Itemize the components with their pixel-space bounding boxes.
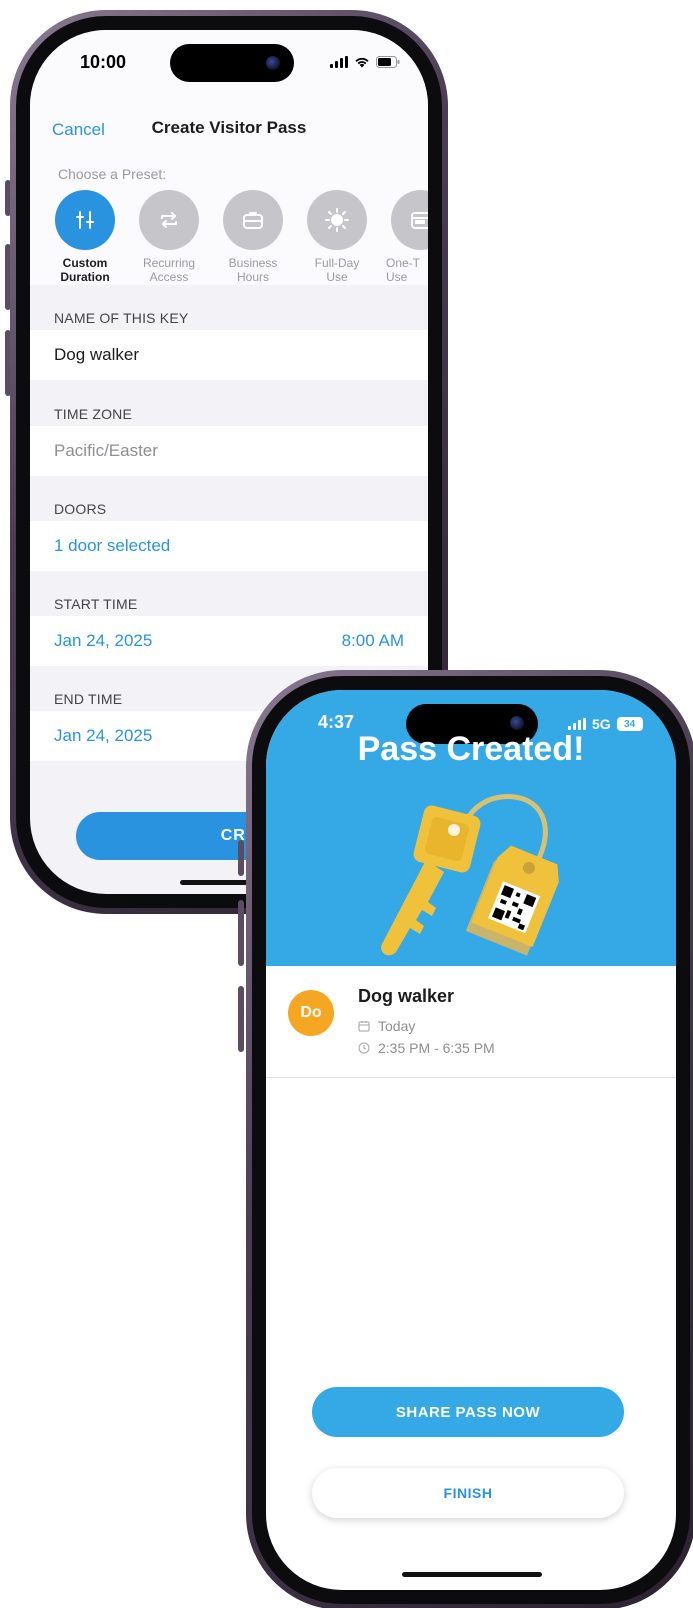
volume-down-button xyxy=(238,986,244,1052)
success-title: Pass Created! xyxy=(357,730,585,768)
volume-up-button xyxy=(238,900,244,966)
pass-summary[interactable]: Do Dog walker Today 2:35 PM - 6:35 PM xyxy=(266,966,676,1078)
start-date[interactable]: Jan 24, 2025 xyxy=(54,631,152,651)
avatar: Do xyxy=(288,990,334,1036)
start-time-field[interactable]: Jan 24, 2025 8:00 AM xyxy=(30,616,428,666)
battery-icon: 34 xyxy=(616,717,643,731)
doors-field[interactable]: 1 door selected xyxy=(30,521,428,571)
status-time: 10:00 xyxy=(80,52,127,72)
home-indicator xyxy=(402,1572,542,1577)
timezone-section-header: TIME ZONE xyxy=(54,406,133,422)
doors-value: 1 door selected xyxy=(54,536,171,555)
timezone-value: Pacific/Easter xyxy=(54,441,158,460)
briefcase-icon xyxy=(243,212,263,229)
battery-icon xyxy=(376,56,400,68)
status-icons xyxy=(330,56,400,68)
start-time[interactable]: 8:00 AM xyxy=(342,631,404,651)
preset-full-day-use[interactable]: Full-Day Use xyxy=(298,190,376,284)
repeat-icon xyxy=(161,212,177,228)
preset-label: Choose a Preset: xyxy=(58,166,167,182)
name-section-header: NAME OF THIS KEY xyxy=(54,310,189,326)
finish-button[interactable]: FINISH xyxy=(312,1468,624,1518)
page-title: Create Visitor Pass xyxy=(151,118,307,137)
preset-label-custom: Custom Duration xyxy=(60,256,110,284)
pass-date-row: Today xyxy=(358,1018,415,1034)
pass-created-screen: 4:37 5G 34 Pass Created! Do Dog walker T… xyxy=(266,690,676,1590)
name-field[interactable]: Dog walker xyxy=(30,330,428,380)
battery-level: 34 xyxy=(624,718,636,730)
pass-name: Dog walker xyxy=(358,986,455,1006)
pass-date: Today xyxy=(378,1018,416,1034)
action-button xyxy=(238,840,244,876)
preset-recurring-access[interactable]: Recurring Access xyxy=(130,190,208,284)
calendar-icon xyxy=(358,1021,370,1032)
keys-illustration xyxy=(381,794,559,956)
preset-business-hours[interactable]: Business Hours xyxy=(214,190,292,284)
end-date[interactable]: Jan 24, 2025 xyxy=(54,726,152,746)
calendar-icon xyxy=(411,212,428,229)
preset-custom-duration[interactable]: Custom Duration xyxy=(46,190,124,284)
sliders-icon xyxy=(76,211,94,229)
sun-icon xyxy=(325,208,349,232)
camera-icon xyxy=(266,56,280,70)
signal-icon xyxy=(330,56,348,68)
signal-icon xyxy=(568,718,586,730)
preset-label-one-time: One-T Use xyxy=(386,256,421,284)
pass-time-row: 2:35 PM - 6:35 PM xyxy=(358,1040,495,1056)
clock-icon xyxy=(358,1042,370,1054)
name-value: Dog walker xyxy=(54,345,140,364)
start-section-header: START TIME xyxy=(54,596,138,612)
preset-label-full-day: Full-Day Use xyxy=(314,256,360,284)
preset-label-business: Business Hours xyxy=(228,256,278,284)
dynamic-island xyxy=(170,44,294,82)
preset-label-recurring: Recurring Access xyxy=(142,256,196,284)
timezone-field[interactable]: Pacific/Easter xyxy=(30,426,428,476)
phone-pass-created: 4:37 5G 34 Pass Created! Do Dog walker T… xyxy=(246,670,693,1608)
doors-section-header: DOORS xyxy=(54,501,107,517)
preset-one-time-use[interactable]: One-T Use xyxy=(382,190,428,284)
share-pass-button[interactable]: SHARE PASS NOW xyxy=(312,1387,624,1437)
end-section-header: END TIME xyxy=(54,691,123,707)
camera-icon xyxy=(510,716,524,730)
wifi-icon xyxy=(355,57,369,68)
pass-time-range: 2:35 PM - 6:35 PM xyxy=(378,1040,495,1056)
